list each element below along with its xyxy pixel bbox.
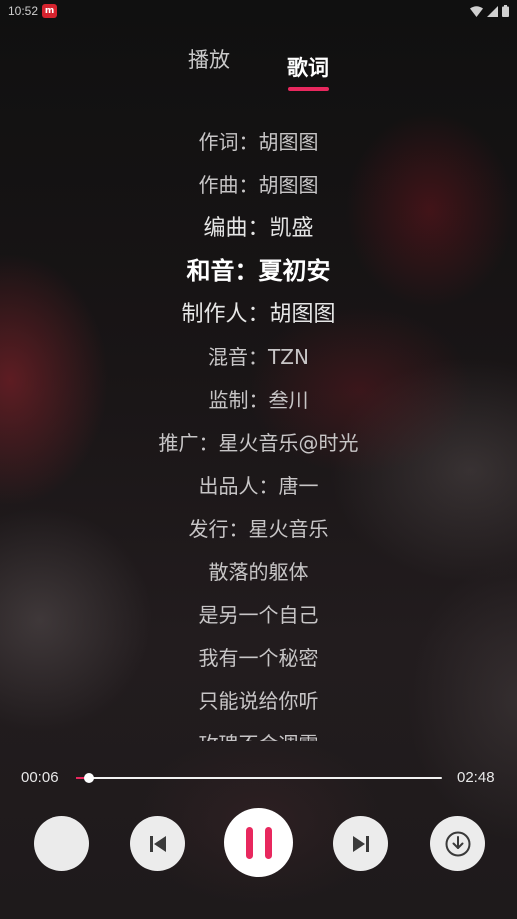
lyric-line: 监制：叁川 — [208, 388, 309, 412]
lyric-line: 混音：TZN — [208, 345, 309, 369]
lyric-line: 散落的躯体 — [208, 560, 309, 584]
download-icon — [445, 831, 470, 856]
wifi-icon — [470, 5, 483, 17]
lyric-line: 编曲：凯盛 — [203, 216, 314, 241]
lyric-line: 是另一个自己 — [198, 603, 319, 627]
lyric-line: 推广：星火音乐@时光 — [158, 431, 359, 455]
lyric-line: 我有一个秘密 — [198, 646, 319, 670]
total-time: 02:48 — [457, 769, 495, 786]
lyric-line: 发行：星火音乐 — [188, 517, 329, 541]
lyric-line: 作曲：胡图图 — [198, 173, 319, 197]
status-icons — [470, 5, 509, 17]
lyric-line: 玫瑰不会凋零 — [0, 723, 517, 741]
pause-button[interactable] — [224, 808, 293, 877]
status-bar: 10:52 m — [0, 0, 517, 22]
app-notification-icon: m — [42, 4, 58, 18]
current-time: 00:06 — [21, 769, 59, 786]
download-button[interactable] — [430, 816, 485, 871]
album-cover-button[interactable] — [34, 816, 89, 871]
skip-previous-icon — [149, 835, 166, 852]
battery-icon — [502, 5, 509, 17]
lyric-line: 制作人：胡图图 — [181, 302, 336, 327]
tab-bar: 播放 歌词 — [0, 44, 517, 94]
lyric-line-active: 和音：夏初安 — [186, 257, 331, 285]
next-button[interactable] — [333, 816, 388, 871]
pause-icon — [245, 826, 272, 859]
tab-play[interactable]: 播放 — [188, 44, 230, 74]
progress-slider[interactable] — [76, 773, 442, 783]
lyric-line: 只能说给你听 — [198, 689, 319, 713]
signal-icon — [487, 5, 498, 17]
tab-lyrics[interactable]: 歌词 — [287, 52, 329, 82]
lyrics-list[interactable]: 作词：胡图图 作曲：胡图图 编曲：凯盛 和音：夏初安 制作人：胡图图 混音：TZ… — [0, 121, 517, 741]
previous-button[interactable] — [130, 816, 185, 871]
lyric-line: 作词：胡图图 — [198, 130, 319, 154]
lyric-line: 出品人：唐一 — [198, 474, 319, 498]
skip-next-icon — [352, 835, 369, 852]
active-tab-indicator — [288, 87, 329, 91]
status-time: 10:52 — [8, 4, 39, 18]
